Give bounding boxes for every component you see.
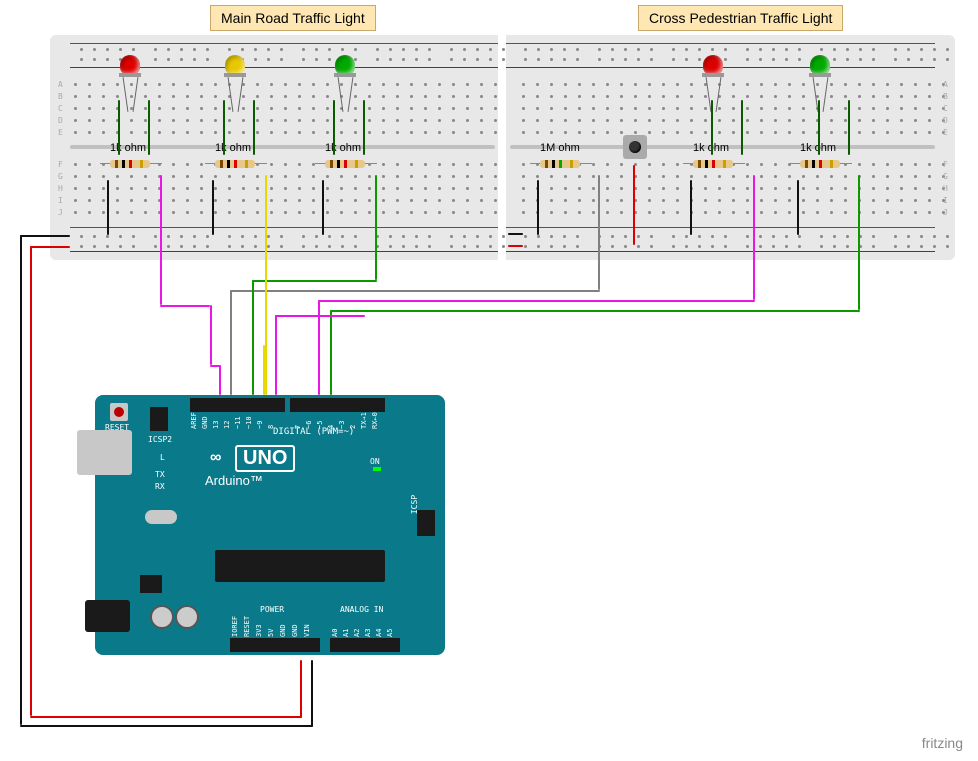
power-jack-icon <box>85 600 130 632</box>
push-button <box>623 135 647 159</box>
resistor-2: 1k ohm <box>215 160 255 168</box>
resistor-6: 1k ohm <box>800 160 840 168</box>
reset-button <box>110 403 128 421</box>
atmega-chip-icon <box>215 550 385 582</box>
wire-bb-1 <box>118 100 120 155</box>
wire-bb-7 <box>711 100 713 155</box>
wire-bb-5 <box>333 100 335 155</box>
uno-badge: UNO <box>235 445 295 472</box>
vreg-icon <box>140 575 162 593</box>
digital-header-right-icon <box>290 398 385 412</box>
wire-bb-2 <box>148 100 150 155</box>
resistor-1: 1k ohm <box>110 160 150 168</box>
crystal-icon <box>145 510 177 524</box>
resistor-3: 1k ohm <box>325 160 365 168</box>
wire-gnd-6 <box>797 180 799 235</box>
led-main-yellow <box>225 55 246 77</box>
capacitor-1-icon <box>150 605 174 629</box>
power-header-icon <box>230 638 320 652</box>
arduino-brand-label: Arduino™ <box>205 473 263 488</box>
wire-bb-10 <box>848 100 850 155</box>
resistor-5: 1k ohm <box>693 160 733 168</box>
resistor-4: 1M ohm <box>540 160 580 168</box>
led-main-green <box>335 55 356 77</box>
digital-header-left-icon <box>190 398 285 412</box>
cross-pedestrian-label: Cross Pedestrian Traffic Light <box>638 5 843 31</box>
led-cross-green <box>810 55 831 77</box>
wire-gnd-2 <box>212 180 214 235</box>
credit-label: fritzing <box>922 735 963 751</box>
wire-gnd-5 <box>690 180 692 235</box>
wire-bb-3 <box>223 100 225 155</box>
wire-gnd-3 <box>322 180 324 235</box>
analog-header-icon <box>330 638 400 652</box>
capacitor-2-icon <box>175 605 199 629</box>
arduino-uno: RESET ICSP2 DIGITAL (PWM=~) AREFGND1312~… <box>95 395 445 655</box>
usb-port-icon <box>77 430 132 475</box>
wire-gnd-4 <box>537 180 539 235</box>
wire-vcc-btn <box>633 165 635 245</box>
wire-bb-8 <box>741 100 743 155</box>
led-cross-red <box>703 55 724 77</box>
wire-gnd-1 <box>107 180 109 235</box>
wire-bb-4 <box>253 100 255 155</box>
led-main-red <box>120 55 141 77</box>
main-road-label: Main Road Traffic Light <box>210 5 376 31</box>
wire-bb-9 <box>818 100 820 155</box>
wire-bb-6 <box>363 100 365 155</box>
wire-gndrail-bridge <box>508 233 523 235</box>
wire-vccrail-bridge <box>508 245 523 247</box>
